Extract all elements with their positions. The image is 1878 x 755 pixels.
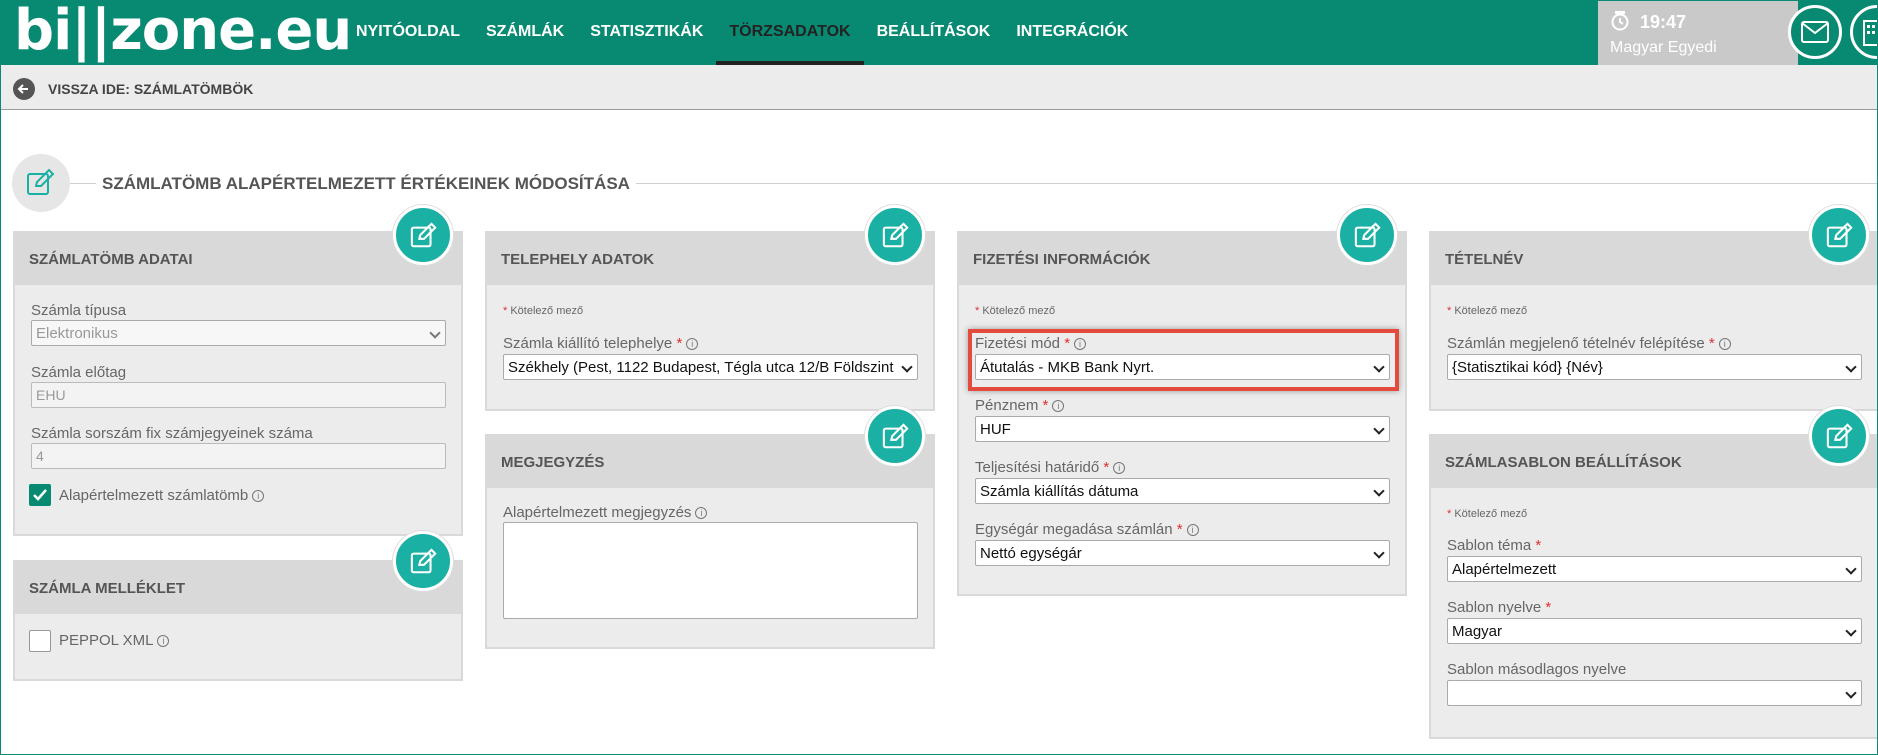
required-note: * Kötelező mező [1447, 305, 1528, 317]
info-icon[interactable]: i [1113, 462, 1126, 474]
lang-select[interactable]: Magyar [1447, 618, 1862, 644]
info-icon[interactable]: i [157, 635, 170, 647]
edit-icon [1354, 222, 1381, 248]
card-fizetesi-informaciok: FIZETÉSI INFORMÁCIÓK * Kötelező mező Fiz… [957, 231, 1407, 596]
app-frame: bi||zone.eu NYITÓOLDAL SZÁMLÁK STATISZTI… [0, 0, 1878, 755]
info-icon[interactable]: i [686, 338, 699, 350]
prefix-input: EHU [31, 382, 446, 408]
currency-select[interactable]: HUF [975, 416, 1390, 442]
deadline-select[interactable]: Számla kiállítás dátuma [975, 478, 1390, 504]
info-icon[interactable]: i [695, 507, 708, 519]
chevron-down-icon [1373, 485, 1385, 497]
prefix-label: Számla előtag [31, 364, 127, 381]
back-arrow-icon[interactable] [13, 78, 35, 100]
chevron-down-icon [429, 327, 441, 339]
chevron-down-icon [1845, 563, 1857, 575]
chevron-down-icon [1845, 687, 1857, 699]
card-megjegyzes: MEGJEGYZÉS Alapértelmezett megjegyzés i [485, 434, 935, 649]
type-select: Elektronikus [31, 320, 446, 346]
building-icon [1863, 20, 1877, 46]
site-select[interactable]: Székhely (Pest, 1122 Budapest, Tégla utc… [503, 354, 918, 380]
page-title: SZÁMLATÖMB ALAPÉRTELMEZETT ÉRTÉKEINEK MÓ… [96, 174, 636, 194]
card-tetelnev: TÉTELNÉV * Kötelező mező Számlán megjele… [1429, 231, 1877, 411]
edit-tetelnev-button[interactable] [1809, 205, 1869, 265]
user-box[interactable]: 19:47 Magyar Egyedi [1598, 1, 1798, 65]
edit-melleklet-button[interactable] [393, 531, 453, 591]
highlight-box [968, 329, 1399, 391]
structure-label: Számlán megjelenő tételnév felépítése * i [1447, 335, 1731, 352]
edit-sablon-button[interactable] [1809, 406, 1869, 466]
required-note: * Kötelező mező [1447, 508, 1528, 520]
note-label: Alapértelmezett megjegyzés i [503, 504, 708, 521]
check-icon [33, 489, 47, 501]
lang-label: Sablon nyelve * [1447, 599, 1552, 616]
nav-item-szamlak[interactable]: SZÁMLÁK [473, 1, 577, 65]
card-szamlatomb-adatai: SZÁMLATÖMB ADATAI Számla típusa Elektron… [13, 231, 463, 536]
edit-icon [12, 154, 70, 212]
edit-icon [1826, 222, 1853, 248]
peppol-checkbox[interactable] [29, 630, 51, 652]
chevron-down-icon [1373, 423, 1385, 435]
default-checkbox-label: Alapértelmezett számlatömb i [59, 487, 265, 504]
clock-lock-icon [1611, 11, 1629, 31]
nav-item-nyitooldal[interactable]: NYITÓOLDAL [343, 1, 473, 65]
logo[interactable]: bi||zone.eu [14, 1, 352, 63]
edit-icon [882, 222, 909, 248]
unitprice-select[interactable]: Nettó egységár [975, 540, 1390, 566]
envelope-icon [1801, 21, 1829, 43]
back-link[interactable]: VISSZA IDE: SZÁMLATÖMBÖK [48, 81, 253, 97]
digits-input: 4 [31, 443, 446, 469]
chevron-down-icon [1845, 361, 1857, 373]
lang2-label: Sablon másodlagos nyelve [1447, 661, 1627, 678]
card-telephely-adatok: TELEPHELY ADATOK * Kötelező mező Számla … [485, 231, 935, 411]
lang2-select[interactable] [1447, 680, 1862, 706]
type-label: Számla típusa [31, 302, 127, 319]
card-szamlasablon-beallitasok: SZÁMLASABLON BEÁLLÍTÁSOK * Kötelező mező… [1429, 434, 1877, 739]
nav-item-torzsadatok[interactable]: TÖRZSADATOK [716, 1, 864, 65]
edit-icon [410, 222, 437, 248]
top-bar: bi||zone.eu NYITÓOLDAL SZÁMLÁK STATISZTI… [1, 1, 1877, 65]
required-note: * Kötelező mező [975, 305, 1056, 317]
edit-icon [882, 423, 909, 449]
deadline-label: Teljesítési határidő * i [975, 459, 1126, 476]
nav-item-integraciok[interactable]: INTEGRÁCIÓK [1003, 1, 1141, 65]
edit-szamlatomb-button[interactable] [393, 205, 453, 265]
chevron-down-icon [1373, 547, 1385, 559]
digits-label: Számla sorszám fix számjegyeinek száma [31, 425, 313, 442]
edit-telephely-button[interactable] [865, 205, 925, 265]
theme-label: Sablon téma * [1447, 537, 1542, 554]
messages-button[interactable] [1788, 5, 1842, 59]
peppol-checkbox-label: PEPPOL XML i [59, 632, 170, 649]
session-time: 19:47 [1640, 12, 1687, 32]
info-icon[interactable]: i [1052, 400, 1065, 412]
required-note: * Kötelező mező [503, 305, 584, 317]
edit-fizetes-button[interactable] [1337, 205, 1397, 265]
info-icon[interactable]: i [1186, 524, 1199, 536]
info-icon[interactable]: i [252, 490, 265, 502]
back-bar: VISSZA IDE: SZÁMLATÖMBÖK [1, 65, 1877, 110]
info-icon[interactable]: i [1718, 338, 1731, 350]
chevron-down-icon [901, 361, 913, 373]
note-textarea[interactable] [503, 522, 918, 619]
user-name: Magyar Egyedi [1610, 39, 1717, 56]
nav-item-beallitasok[interactable]: BEÁLLÍTÁSOK [864, 1, 1004, 65]
edit-icon [1826, 423, 1853, 449]
currency-label: Pénznem * i [975, 397, 1065, 414]
chevron-down-icon [1845, 625, 1857, 637]
unitprice-label: Egységár megadása számlán * i [975, 521, 1199, 538]
structure-select[interactable]: {Statisztikai kód} {Név} [1447, 354, 1862, 380]
theme-select[interactable]: Alapértelmezett [1447, 556, 1862, 582]
default-checkbox[interactable] [29, 484, 51, 506]
edit-megjegyzes-button[interactable] [865, 406, 925, 466]
edit-icon [410, 548, 437, 574]
page-title-row: SZÁMLATÖMB ALAPÉRTELMEZETT ÉRTÉKEINEK MÓ… [12, 154, 1877, 212]
site-label: Számla kiállító telephelye * i [503, 335, 699, 352]
company-button[interactable] [1850, 5, 1877, 59]
card-szamla-melleklet: SZÁMLA MELLÉKLET PEPPOL XML i [13, 560, 463, 681]
nav-item-statisztikak[interactable]: STATISZTIKÁK [577, 1, 716, 65]
main-nav: NYITÓOLDAL SZÁMLÁK STATISZTIKÁK TÖRZSADA… [343, 1, 1141, 65]
